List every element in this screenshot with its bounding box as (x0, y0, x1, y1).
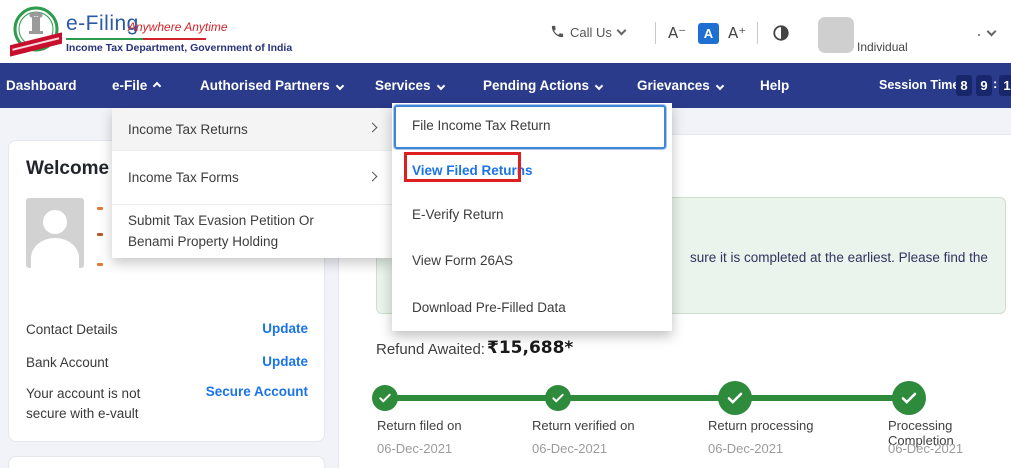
main-navbar: Dashboard e-File Authorised Partners Ser… (0, 63, 1011, 108)
step-date: 06-Dec-2021 (532, 441, 608, 456)
submenu-view-form-26as[interactable]: View Form 26AS (412, 253, 513, 268)
income-tax-returns-submenu: File Income Tax Return View Filed Return… (392, 103, 672, 331)
obscured-text-fragment (97, 233, 103, 236)
dot (978, 34, 980, 36)
chevron-down-icon (335, 81, 345, 90)
refund-amount: ₹15,688* (487, 338, 574, 358)
profile-avatar (26, 198, 84, 268)
nav-efile[interactable]: e-File (112, 63, 162, 108)
contact-details-label: Contact Details (26, 322, 118, 337)
nav-dashboard[interactable]: Dashboard (6, 63, 77, 108)
chevron-up-icon (153, 81, 162, 90)
font-increase-button[interactable]: A⁺ (728, 24, 746, 42)
chevron-right-icon (367, 171, 378, 181)
step-date: 06-Dec-2021 (888, 441, 964, 456)
chevron-right-icon (367, 122, 378, 133)
header-divider (655, 22, 656, 44)
menu-item-tax-evasion-petition[interactable]: Submit Tax Evasion Petition Or Benami Pr… (112, 205, 392, 258)
step-date: 06-Dec-2021 (377, 441, 453, 456)
step-circle-return-filed (372, 385, 398, 411)
font-default-button[interactable]: A (698, 23, 719, 44)
nav-grievances[interactable]: Grievances (637, 63, 725, 108)
submenu-download-prefilled-data[interactable]: Download Pre-Filled Data (412, 300, 566, 315)
session-digit: 9 (976, 75, 992, 96)
check-icon (727, 392, 743, 404)
brand-underline (66, 38, 206, 40)
step-label: Return verified on (532, 418, 635, 433)
step-date: 06-Dec-2021 (708, 441, 784, 456)
red-annotation-box (404, 152, 521, 182)
profile-chevron-down-icon[interactable] (986, 26, 997, 37)
avatar-silhouette (43, 210, 67, 234)
session-time-label: Session Time (879, 78, 960, 92)
brand-tagline: Anywhere Anytime (128, 20, 228, 34)
banner-text: sure it is completed at the earliest. Pl… (690, 250, 988, 265)
step-label: Return processing (708, 418, 814, 433)
obscured-text-fragment (97, 263, 103, 266)
efiling-portal-page: e-Filing Anywhere Anytime Income Tax Dep… (0, 0, 1011, 468)
user-avatar[interactable] (818, 17, 854, 53)
nav-help[interactable]: Help (760, 63, 789, 108)
step-circle-processing-completion (892, 381, 926, 415)
step-label: Return filed on (377, 418, 462, 433)
nav-services[interactable]: Services (375, 63, 445, 108)
chevron-down-icon (594, 81, 604, 90)
brand-subtitle: Income Tax Department, Government of Ind… (66, 42, 293, 54)
call-us-menu[interactable]: Call Us (570, 25, 612, 40)
header-divider (757, 22, 758, 44)
income-tax-emblem-logo (10, 6, 62, 57)
user-type-label: Individual (857, 40, 908, 54)
contrast-icon[interactable] (772, 24, 790, 42)
chevron-down-icon[interactable] (616, 25, 627, 36)
chevron-down-icon (715, 81, 725, 90)
check-icon (379, 393, 391, 403)
font-decrease-button[interactable]: A⁻ (668, 24, 686, 42)
bank-update-link[interactable]: Update (262, 354, 308, 369)
session-colon: : (993, 76, 998, 91)
session-digit: 8 (956, 75, 972, 96)
check-icon (552, 393, 564, 403)
step-circle-return-verified (545, 385, 571, 411)
phone-icon (551, 25, 564, 38)
efile-dropdown-menu: Income Tax Returns Income Tax Forms Subm… (112, 108, 392, 258)
evault-status-label: Your account is not secure with e-vault (26, 386, 141, 421)
top-header: e-Filing Anywhere Anytime Income Tax Dep… (0, 0, 1011, 63)
bank-account-label: Bank Account (26, 355, 109, 370)
obscured-text-fragment (97, 207, 103, 210)
contact-update-link[interactable]: Update (262, 321, 308, 336)
secure-account-link[interactable]: Secure Account (206, 384, 308, 399)
menu-item-income-tax-forms[interactable]: Income Tax Forms (112, 151, 392, 205)
refund-awaited-label: Refund Awaited: (376, 341, 485, 358)
tracker-progress-line (385, 395, 909, 401)
nav-pending-actions[interactable]: Pending Actions (483, 63, 604, 108)
menu-item-income-tax-returns[interactable]: Income Tax Returns (112, 108, 392, 151)
submenu-file-income-tax-return[interactable]: File Income Tax Return (412, 118, 551, 133)
step-circle-return-processing (718, 381, 752, 415)
secondary-card (8, 456, 325, 468)
nav-authorised-partners[interactable]: Authorised Partners (200, 63, 345, 108)
check-icon (901, 392, 917, 404)
session-digit: 1 (999, 75, 1011, 96)
submenu-e-verify-return[interactable]: E-Verify Return (412, 207, 504, 222)
chevron-down-icon (436, 81, 445, 90)
